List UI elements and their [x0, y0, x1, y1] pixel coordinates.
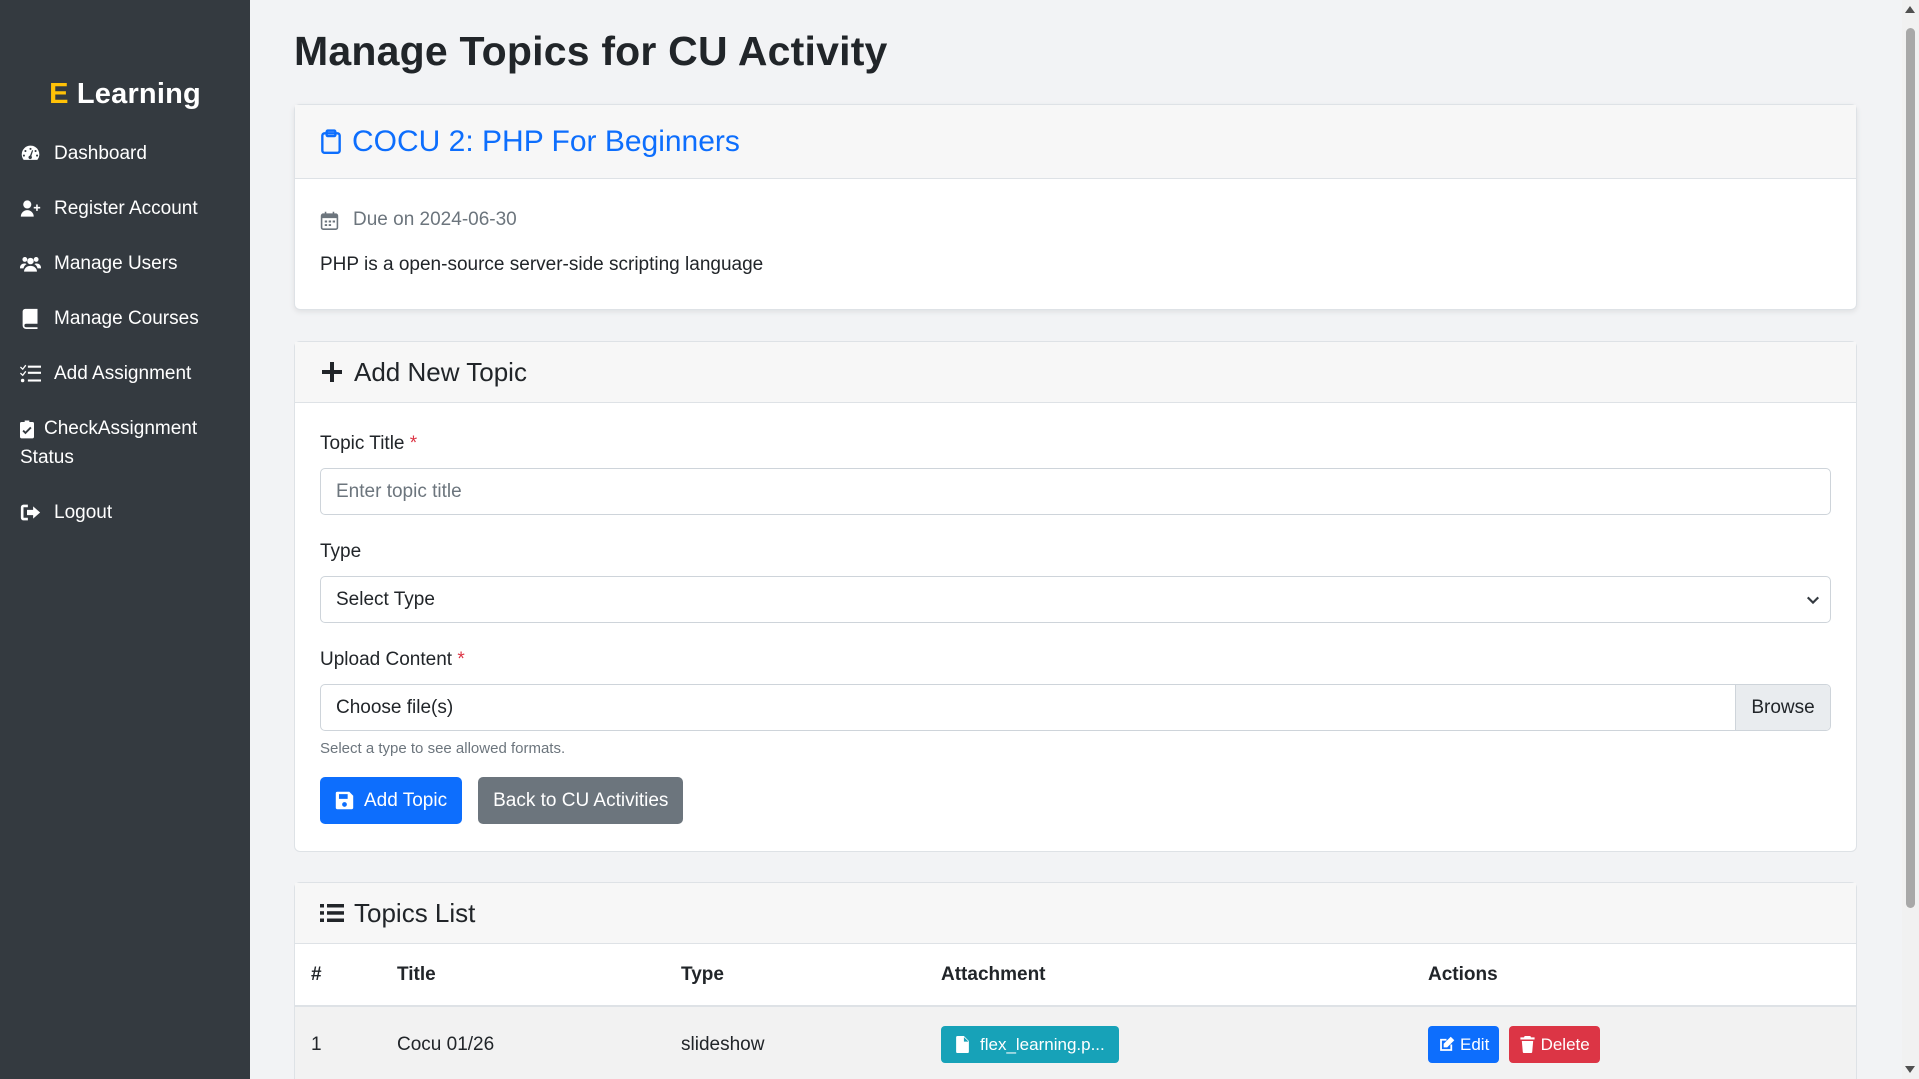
type-select-value: Select Type [336, 588, 435, 610]
add-topic-button[interactable]: Add Topic [320, 777, 463, 824]
topic-title-input[interactable]: Enter topic title [320, 468, 1831, 515]
scroll-up-arrow-icon[interactable] [1905, 6, 1915, 13]
due-date-text: Due on 2024-06-30 [353, 209, 517, 230]
brand-logo[interactable]: E Learning [0, 78, 250, 111]
sidebar-nav: Dashboard Register Account Manage Users … [0, 139, 250, 527]
edit-icon [1440, 1036, 1455, 1051]
sidebar-item-register-account[interactable]: Register Account [0, 194, 250, 223]
column-header-attachment: Attachment [925, 944, 1412, 1007]
cell-attachment: flex_learning.p... [925, 1006, 1412, 1079]
calendar-icon [320, 211, 339, 230]
edit-button[interactable]: Edit [1428, 1026, 1500, 1063]
browse-button[interactable]: Browse [1735, 685, 1830, 730]
back-to-cu-activities-button[interactable]: Back to CU Activities [478, 777, 684, 824]
sidebar-item-check-assignment-status[interactable]: CheckAssignment Status [0, 414, 250, 472]
attachment-filename: flex_learning.p... [980, 1034, 1105, 1054]
topics-list-header-text: Topics List [354, 897, 476, 928]
file-upload-input[interactable]: Choose file(s) Browse [320, 684, 1831, 731]
sidebar-item-dashboard[interactable]: Dashboard [0, 139, 250, 168]
topics-list-card: Topics List # Title Type Attachment Acti… [294, 882, 1857, 1079]
book-icon [20, 304, 44, 333]
list-icon [320, 904, 344, 922]
clipboard-check-icon [20, 414, 34, 443]
required-mark: * [457, 649, 465, 670]
sidebar-item-label: CheckAssignment Status [20, 414, 230, 472]
sidebar-item-label: Register Account [54, 198, 198, 219]
plus-icon [322, 362, 342, 382]
sidebar-item-label: Dashboard [54, 143, 147, 164]
sidebar-item-label: Manage Courses [54, 308, 199, 329]
column-header-actions: Actions [1412, 944, 1856, 1007]
sidebar-item-label: Logout [54, 502, 113, 523]
topic-title-label-text: Topic Title [320, 433, 405, 454]
main-content: Manage Topics for CU Activity COCU 2: PH… [294, 0, 1857, 1079]
type-select[interactable]: Select Type [320, 576, 1831, 623]
activity-title: COCU 2: PHP For Beginners [352, 124, 740, 158]
table-row: 1 Cocu 01/26 slideshow flex_learning.p..… [295, 1006, 1856, 1079]
cell-title: Cocu 01/26 [381, 1006, 665, 1079]
delete-button-label: Delete [1540, 1034, 1590, 1054]
sidebar-item-logout[interactable]: Logout [0, 498, 250, 527]
cell-type: slideshow [665, 1006, 925, 1079]
save-icon [335, 791, 354, 810]
add-topic-button-label: Add Topic [364, 789, 448, 811]
sidebar-item-add-assignment[interactable]: Add Assignment [0, 359, 250, 388]
add-topic-header: Add New Topic [295, 342, 1856, 403]
users-icon [20, 249, 44, 278]
sidebar-item-label: Manage Users [54, 253, 178, 274]
cell-actions: Edit Delete [1412, 1006, 1856, 1079]
column-header-type: Type [665, 944, 925, 1007]
topics-list-header: Topics List [295, 883, 1856, 944]
upload-help-text: Select a type to see allowed formats. [320, 740, 566, 757]
chevron-down-icon [1806, 596, 1820, 604]
sign-out-icon [20, 498, 44, 527]
required-mark: * [409, 433, 418, 454]
topic-title-label: Topic Title * [320, 433, 1831, 455]
scrollbar-thumb[interactable] [1906, 28, 1915, 908]
file-icon [956, 1036, 969, 1053]
sidebar: E Learning Dashboard Register Account Ma… [0, 0, 250, 1079]
add-topic-card: Add New Topic Topic Title * Enter topic … [294, 341, 1857, 852]
tachometer-icon [20, 139, 44, 168]
list-check-icon [20, 359, 44, 388]
attachment-link[interactable]: flex_learning.p... [941, 1026, 1119, 1063]
activity-description: PHP is a open-source server-side scripti… [320, 254, 764, 275]
sidebar-item-manage-courses[interactable]: Manage Courses [0, 304, 250, 333]
brand-prefix: E [49, 78, 69, 110]
activity-card-header: COCU 2: PHP For Beginners [295, 105, 1856, 179]
file-name-text: Choose file(s) [336, 696, 454, 718]
brand-name: Learning [76, 78, 201, 110]
sidebar-item-label: Add Assignment [54, 363, 192, 384]
topic-title-placeholder: Enter topic title [336, 480, 462, 502]
edit-button-label: Edit [1460, 1034, 1490, 1054]
upload-content-label-text: Upload Content [320, 649, 453, 670]
sidebar-item-manage-users[interactable]: Manage Users [0, 249, 250, 278]
column-header-title: Title [381, 944, 665, 1007]
page-title: Manage Topics for CU Activity [294, 28, 888, 74]
vertical-scrollbar[interactable] [1902, 0, 1919, 1079]
due-date: Due on 2024-06-30 [320, 209, 1831, 231]
type-label: Type [320, 541, 362, 562]
column-header-number: # [295, 944, 381, 1007]
delete-button[interactable]: Delete [1508, 1026, 1600, 1063]
activity-card: COCU 2: PHP For Beginners Due on 2024-06… [294, 104, 1857, 310]
table-header-row: # Title Type Attachment Actions [295, 944, 1856, 1007]
upload-content-label: Upload Content * [320, 649, 1831, 671]
sidebar-item-text: CheckAssignment Status [20, 418, 198, 468]
clipboard-icon [321, 128, 341, 154]
add-topic-header-text: Add New Topic [354, 356, 527, 387]
user-plus-icon [20, 194, 44, 223]
topics-table: # Title Type Attachment Actions 1 Cocu 0… [295, 944, 1856, 1079]
cell-number: 1 [295, 1006, 381, 1079]
scroll-down-arrow-icon[interactable] [1905, 1066, 1915, 1073]
trash-icon [1519, 1036, 1535, 1053]
